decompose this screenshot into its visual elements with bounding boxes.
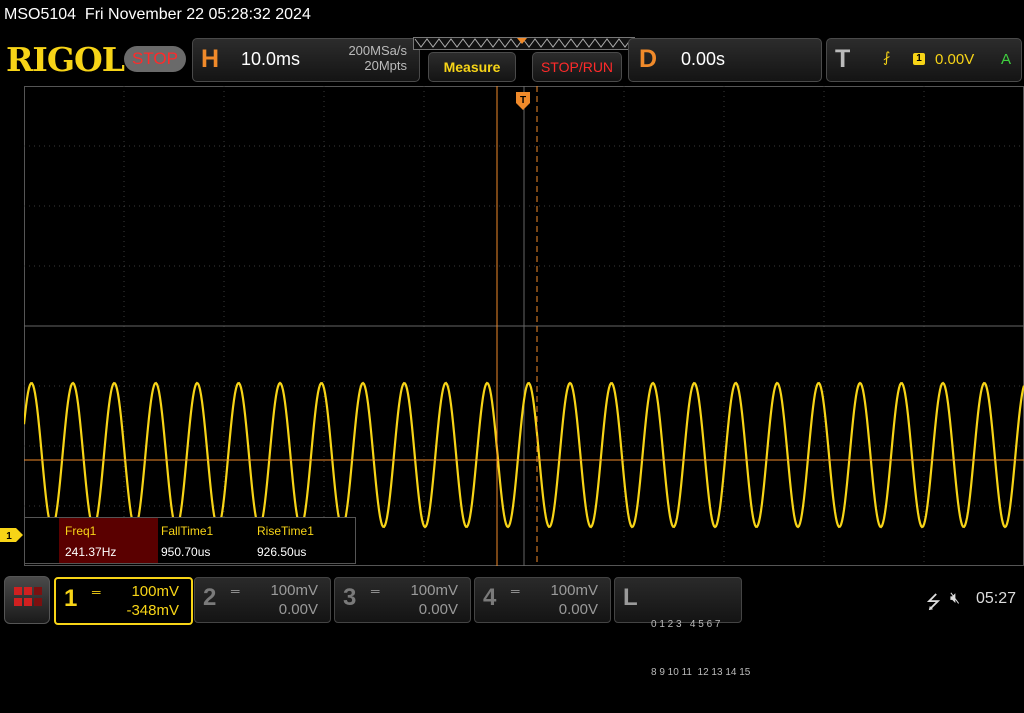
title-bar: MSO5104 Fri November 22 05:28:32 2024	[0, 0, 1024, 34]
channel-scale: 100mV	[550, 582, 598, 599]
measure-button[interactable]: Measure	[428, 52, 516, 82]
channel-number: 1	[64, 585, 78, 612]
channel-4-button[interactable]: 4 ═ 100mV 0.00V	[474, 577, 611, 623]
channel-number: 2	[203, 584, 217, 611]
logic-channels-button[interactable]: L 0 1 2 3 4 5 6 7 8 9 10 11 12 13 14 15	[614, 577, 750, 678]
trigger-letter: T	[835, 45, 851, 73]
measurement-value: 926.50us	[257, 545, 307, 559]
channel-offset: 0.00V	[558, 601, 598, 618]
horizontal-letter: H	[201, 45, 220, 73]
logic-letter: L	[623, 584, 638, 611]
channel-3-button[interactable]: 3 ═ 100mV 0.00V	[334, 577, 471, 623]
trigger-source: 1	[913, 53, 925, 65]
measurement-value: 241.37Hz	[65, 545, 117, 559]
channel-scale: 100mV	[410, 582, 458, 599]
delay-letter: D	[639, 45, 658, 73]
trigger-marker-icon: T	[516, 92, 530, 110]
measurement-name: RiseTime1	[257, 524, 314, 538]
memory-depth: 20Mpts	[364, 58, 407, 73]
channel-2-button[interactable]: 2 ═ 100mV 0.00V	[194, 577, 331, 623]
channel-offset: 0.00V	[418, 601, 458, 618]
run-state-badge[interactable]: STOP	[124, 46, 186, 72]
measurement-item[interactable]: FallTime1 950.70us	[155, 518, 245, 563]
main-menu-button[interactable]	[4, 576, 50, 624]
delay-value: 0.00s	[681, 49, 726, 69]
measurement-name: Freq1	[65, 524, 97, 538]
logic-bits-row-2: 8 9 10 11 12 13 14 15	[651, 667, 751, 678]
channel-scale: 100mV	[131, 583, 179, 600]
channel-offset: -348mV	[126, 602, 179, 619]
acquisition-info: 200MSa/s 20Mpts	[348, 43, 407, 73]
logic-bits: 0 1 2 3 4 5 6 7 8 9 10 11 12 13 14 15	[651, 585, 750, 713]
measurement-item[interactable]: RiseTime1 926.50us	[251, 518, 341, 563]
speaker-muted-icon[interactable]: 🔇︎	[950, 590, 960, 608]
rising-edge-icon: ⨏	[883, 49, 891, 65]
measurement-name: FallTime1	[161, 524, 214, 538]
channel-number: 3	[343, 584, 357, 611]
ch1-marker-label: 1	[6, 531, 12, 542]
menu-grid-icon	[14, 587, 22, 595]
stop-run-button[interactable]: STOP/RUN	[532, 52, 622, 82]
usb-icon: ⭍	[926, 592, 941, 612]
memory-position-indicator	[413, 37, 635, 50]
ch1-offset-marker[interactable]: 1	[0, 528, 24, 542]
measurement-panel[interactable]: Freq1 241.37Hz FallTime1 950.70us RiseTi…	[24, 517, 356, 564]
dc-coupling-icon: ═	[511, 584, 520, 598]
dc-coupling-icon: ═	[371, 584, 380, 598]
horizontal-panel[interactable]: H 10.0ms 200MSa/s 20Mpts	[192, 38, 420, 82]
dc-coupling-icon: ═	[92, 585, 101, 599]
channel-offset: 0.00V	[278, 601, 318, 618]
waveform-grid[interactable]	[24, 86, 1024, 566]
delay-panel[interactable]: D 0.00s	[628, 38, 822, 82]
channel-scale: 100mV	[270, 582, 318, 599]
status-clock: 05:27	[976, 590, 1017, 607]
brand-logo: RIGOL	[6, 40, 125, 79]
measurement-item[interactable]: Freq1 241.37Hz	[59, 518, 158, 563]
dc-coupling-icon: ═	[231, 584, 240, 598]
sample-rate: 200MSa/s	[348, 43, 407, 58]
trigger-level: 0.00V	[935, 51, 975, 68]
trigger-panel[interactable]: T ⨏ 1 0.00V A	[826, 38, 1022, 82]
channel-number: 4	[483, 584, 497, 611]
measurement-value: 950.70us	[161, 545, 211, 559]
timebase-value: 10.0ms	[241, 49, 301, 69]
logic-bits-row-1: 0 1 2 3 4 5 6 7	[651, 619, 721, 630]
model-datetime: MSO5104 Fri November 22 05:28:32 2024	[4, 6, 311, 23]
channel-1-button[interactable]: 1 ═ 100mV -348mV	[54, 577, 193, 625]
trigger-marker-label: T	[520, 95, 526, 106]
trigger-mode: A	[1000, 51, 1011, 68]
